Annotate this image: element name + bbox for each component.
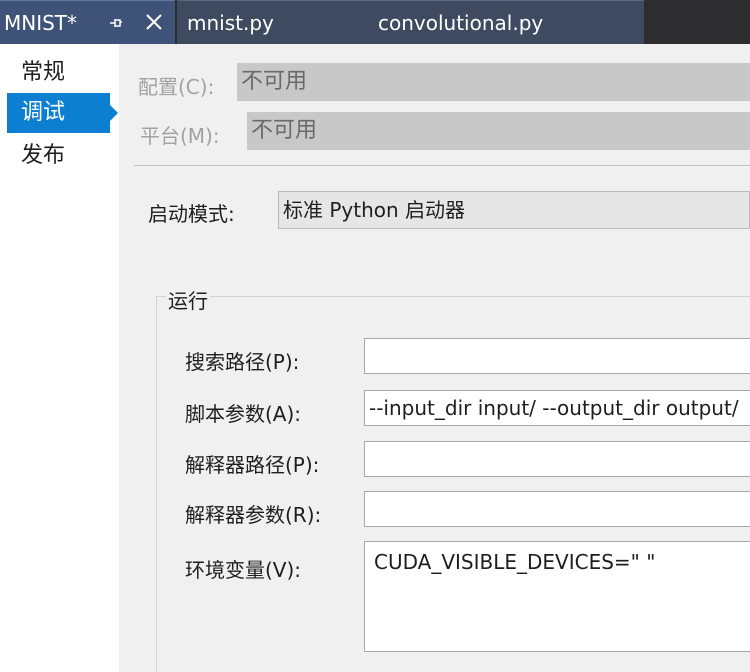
sidebar-item-debug[interactable]: 调试: [7, 93, 110, 133]
tab-bar-empty: [644, 0, 750, 44]
tab-mnist-project[interactable]: MNIST*: [0, 0, 175, 44]
close-icon[interactable]: [143, 11, 165, 33]
selected-indicator-arrow: [110, 105, 118, 121]
section-divider: [134, 165, 750, 166]
interpreter-path-label: 解释器路径(P):: [185, 453, 320, 477]
run-group-title: 运行: [166, 285, 210, 314]
document-tab-bar: MNIST* mnist.py convolutional.py: [0, 0, 750, 44]
pin-icon[interactable]: [108, 15, 124, 31]
tab-convolutional-py[interactable]: convolutional.py: [378, 11, 543, 35]
tab-strip-inactive: mnist.py convolutional.py: [177, 0, 644, 44]
interpreter-path-input[interactable]: [364, 441, 750, 477]
platform-label: 平台(M):: [140, 124, 220, 148]
interpreter-arguments-input[interactable]: [364, 491, 750, 527]
search-paths-input[interactable]: [364, 338, 750, 374]
configuration-label: 配置(C):: [138, 75, 215, 99]
script-arguments-input[interactable]: --input_dir input/ --output_dir output/: [364, 390, 750, 426]
environment-variables-textarea[interactable]: CUDA_VISIBLE_DEVICES=" ": [364, 541, 750, 652]
tab-label: MNIST*: [4, 11, 78, 35]
search-paths-label: 搜索路径(P):: [185, 350, 300, 374]
tab-mnist-py[interactable]: mnist.py: [187, 11, 274, 35]
configuration-select: 不可用: [237, 63, 750, 101]
launch-mode-select[interactable]: 标准 Python 启动器: [278, 191, 750, 229]
interpreter-arguments-label: 解释器参数(R):: [185, 503, 322, 527]
sidebar-item-publish[interactable]: 发布: [7, 136, 110, 176]
launch-mode-label: 启动模式:: [148, 202, 235, 226]
sidebar-item-general[interactable]: 常规: [7, 53, 110, 93]
property-page-sidebar: 常规 调试 发布: [0, 44, 119, 672]
script-arguments-label: 脚本参数(A):: [185, 402, 302, 426]
environment-variables-label: 环境变量(V):: [185, 558, 302, 582]
platform-select: 不可用: [247, 112, 750, 150]
